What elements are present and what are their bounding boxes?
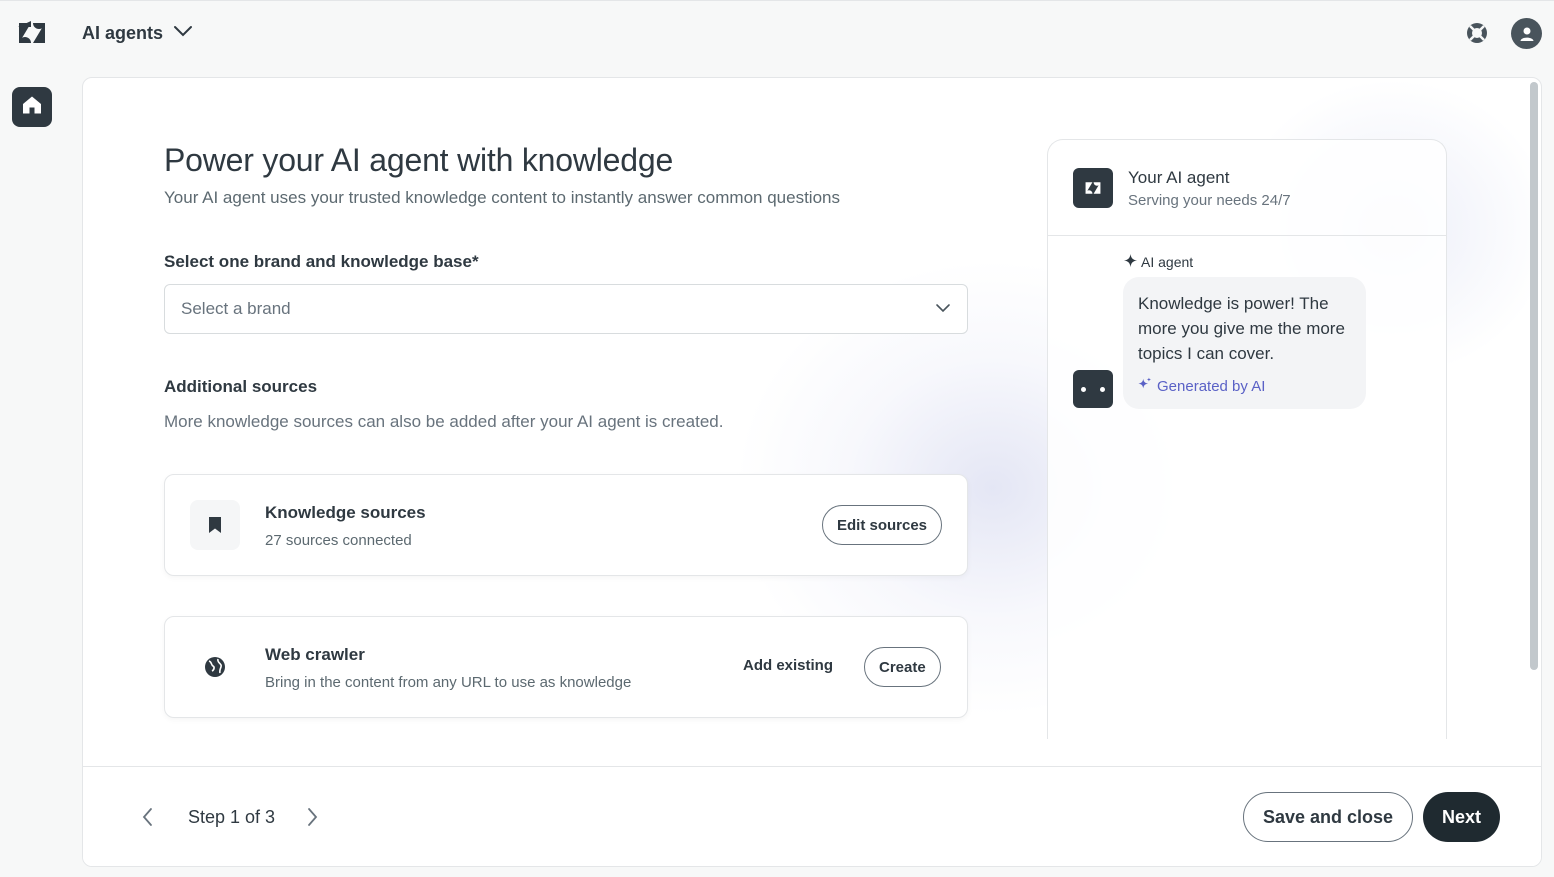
setup-panel: Power your AI agent with knowledge Your … <box>82 77 1542 867</box>
scrollbar-thumb[interactable] <box>1530 82 1538 670</box>
agent-tagline: Serving your needs 24/7 <box>1128 192 1291 209</box>
preview-header: Your AI agent Serving your needs 24/7 <box>1048 140 1446 236</box>
chevron-down-icon <box>173 24 193 42</box>
bot-eye-left <box>1081 387 1086 392</box>
bot-eye-right <box>1100 387 1105 392</box>
next-button[interactable]: Next <box>1423 792 1501 842</box>
add-existing-button[interactable]: Add existing <box>743 657 833 674</box>
message-sender: AI agent <box>1123 253 1193 271</box>
page-subtitle: Your AI agent uses your trusted knowledg… <box>164 188 840 207</box>
globe-icon <box>190 642 240 692</box>
help-lifebuoy-icon[interactable] <box>1465 21 1489 45</box>
message-bubble: Knowledge is power! The more you give me… <box>1123 277 1366 409</box>
web-crawler-description: Bring in the content from any URL to use… <box>265 674 632 691</box>
knowledge-sources-card: Knowledge sources 27 sources connected E… <box>164 474 968 576</box>
knowledge-sources-count: 27 sources connected <box>265 532 412 549</box>
bot-avatar <box>1073 370 1113 408</box>
message-sender-label: AI agent <box>1141 254 1194 270</box>
zendesk-logo-icon[interactable] <box>18 21 46 45</box>
step-indicator: Step 1 of 3 <box>188 807 276 827</box>
chevron-left-icon[interactable] <box>141 807 153 832</box>
brand-select-placeholder: Select a brand <box>181 299 291 318</box>
sidebar-home-button[interactable] <box>12 87 52 127</box>
chevron-down-icon <box>935 300 951 318</box>
agent-logo-icon <box>1073 168 1113 208</box>
message-text: Knowledge is power! The more you give me… <box>1138 294 1345 363</box>
edit-sources-button[interactable]: Edit sources <box>822 505 943 545</box>
ai-agent-preview: Your AI agent Serving your needs 24/7 AI… <box>1047 139 1447 739</box>
product-switcher[interactable]: AI agents <box>82 19 193 47</box>
bookmark-icon <box>190 500 240 550</box>
web-crawler-card: Web crawler Bring in the content from an… <box>164 616 968 718</box>
page-title: Power your AI agent with knowledge <box>164 142 674 178</box>
save-and-close-button[interactable]: Save and close <box>1243 792 1414 842</box>
wizard-footer: Step 1 of 3 Save and close Next <box>83 766 1541 866</box>
additional-sources-description: More knowledge sources can also be added… <box>164 412 724 431</box>
preview-fade <box>1048 620 1446 739</box>
generated-by-ai: Generated by AI <box>1138 377 1265 395</box>
agent-name: Your AI agent <box>1128 168 1230 187</box>
top-bar: AI agents <box>0 0 1554 64</box>
generated-by-ai-label: Generated by AI <box>1157 377 1266 395</box>
web-crawler-title: Web crawler <box>265 645 365 664</box>
ai-sparkle-icon <box>1138 377 1152 395</box>
home-icon <box>21 94 43 121</box>
create-crawler-button[interactable]: Create <box>864 647 941 687</box>
chevron-right-icon[interactable] <box>307 807 319 832</box>
user-avatar-icon[interactable] <box>1511 18 1542 49</box>
knowledge-sources-title: Knowledge sources <box>265 503 426 522</box>
product-name: AI agents <box>82 22 164 43</box>
brand-field-label: Select one brand and knowledge base* <box>164 252 479 271</box>
additional-sources-heading: Additional sources <box>164 377 318 396</box>
brand-select[interactable]: Select a brand <box>164 284 968 334</box>
sparkle-icon <box>1123 253 1138 271</box>
